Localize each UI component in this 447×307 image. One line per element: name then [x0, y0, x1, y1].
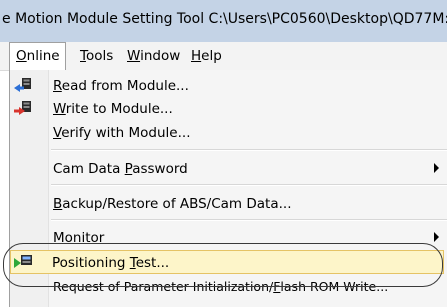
menu-online[interactable]: Online — [9, 42, 66, 70]
menu-window[interactable]: Window — [127, 42, 180, 70]
menu-separator — [51, 219, 447, 221]
write-to-module-icon — [14, 101, 31, 115]
menu-help[interactable]: Help — [191, 42, 222, 70]
positioning-test-icon — [14, 255, 32, 268]
menu-item-label: Cam Data Password — [53, 161, 188, 177]
menu-item-read-from-module[interactable]: Read from Module... — [11, 74, 447, 97]
menu-item-label: Positioning Test... — [52, 255, 170, 271]
menu-item-write-to-module[interactable]: Write to Module... — [11, 97, 447, 120]
menu-separator — [51, 149, 447, 151]
menu-item-label: Backup/Restore of ABS/Cam Data... — [53, 196, 292, 212]
menu-item-positioning-test[interactable]: Positioning Test... — [10, 250, 444, 274]
online-menu-dropdown: Read from Module... Write to Module... V… — [9, 70, 447, 307]
read-from-module-icon — [14, 78, 31, 92]
menu-item-label: Read from Module... — [53, 78, 189, 94]
menu-item-label: Write to Module... — [53, 101, 173, 117]
window-title: e Motion Module Setting Tool C:\Users\PC… — [2, 11, 447, 27]
menu-bar: Online Tools Window Help — [0, 42, 447, 71]
title-bar: e Motion Module Setting Tool C:\Users\PC… — [0, 0, 447, 43]
menu-item-label: Verify with Module... — [53, 125, 191, 141]
menu-item-parameter-initialization[interactable]: Request of Parameter Initialization/Flas… — [11, 275, 447, 298]
menu-separator — [51, 184, 447, 186]
menu-item-backup-restore[interactable]: Backup/Restore of ABS/Cam Data... — [11, 192, 447, 215]
menu-item-label: Monitor — [53, 230, 105, 246]
menu-item-monitor[interactable]: Monitor — [11, 226, 447, 249]
menu-tools[interactable]: Tools — [80, 42, 113, 70]
submenu-arrow-icon — [434, 163, 439, 173]
menu-item-verify-with-module[interactable]: Verify with Module... — [11, 121, 447, 144]
submenu-arrow-icon — [434, 232, 439, 242]
menu-item-cam-data-password[interactable]: Cam Data Password — [11, 157, 447, 180]
menu-item-label: Request of Parameter Initialization/Flas… — [53, 279, 389, 294]
